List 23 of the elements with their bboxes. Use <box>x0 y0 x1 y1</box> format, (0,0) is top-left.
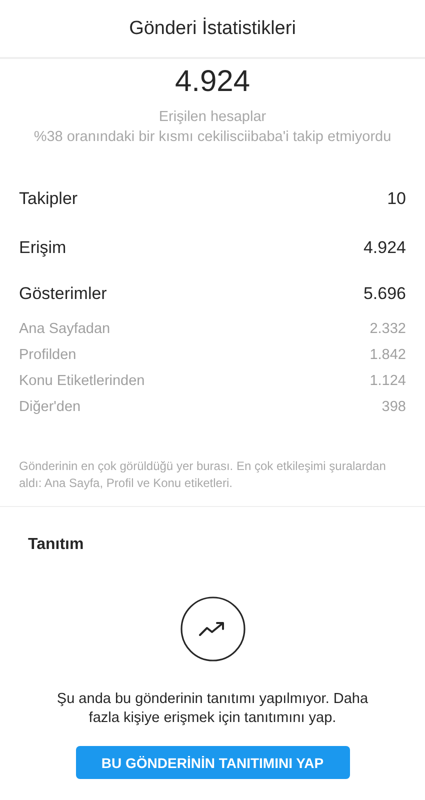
stat-label: Diğer'den <box>19 399 81 415</box>
reach-count: 4.924 <box>174 64 250 100</box>
insight-note: Gönderinin en çok görüldüğü yer burası. En çok etkileşimi şuralardan aldı: Ana Sayfa, Profil ve Konu etiketleri. <box>19 459 386 490</box>
stat-value: 1.124 <box>370 373 406 389</box>
stat-value: 5.696 <box>363 284 406 304</box>
reach-note: %38 oranındaki bir kısmı cekilisciibaba'i takip etmiyordu <box>34 128 392 147</box>
trend-icon <box>180 596 246 662</box>
stat-value: 4.924 <box>363 238 406 258</box>
section-title: Tanıtım <box>28 536 84 553</box>
stat-label: Konu Etiketlerinden <box>19 373 145 389</box>
screen-title: Gönderi İstatistikleri <box>129 18 296 40</box>
stat-value: 1.842 <box>370 347 406 363</box>
stat-label: Takipler <box>19 188 78 208</box>
stat-value: 2.332 <box>370 321 406 337</box>
reach-label: Erişilen hesaplar <box>158 108 266 127</box>
stat-label: Gösterimler <box>19 284 107 304</box>
stat-value: 10 <box>387 188 406 208</box>
stat-value: 398 <box>382 399 406 415</box>
stat-label: Profilden <box>19 347 76 363</box>
promotion-message: Şu anda bu gönderinin tanıtımı yapılmıyor. Daha fazla kişiye erişmek için tanıtımını yap. <box>56 690 370 728</box>
promote-button[interactable]: BU GÖNDERİNİN TANITIMINI YAP <box>76 746 350 779</box>
stat-label: Erişim <box>19 238 66 258</box>
stat-label: Ana Sayfadan <box>19 321 110 337</box>
